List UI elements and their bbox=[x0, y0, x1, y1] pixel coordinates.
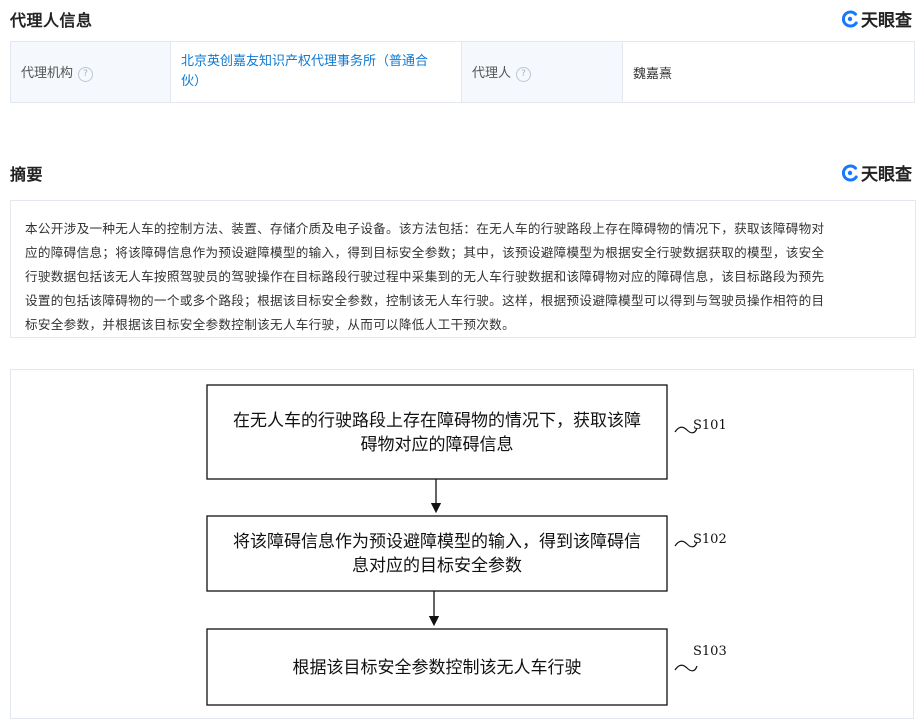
agent-section-title: 代理人信息 bbox=[10, 11, 93, 30]
abstract-line: 行驶数据包括该无人车按照驾驶员的驾驶操作在目标路段行驶过程中采集到的无人车行驶数… bbox=[25, 269, 825, 284]
agency-link-line2: 伙） bbox=[181, 74, 208, 89]
abstract-figure: 在无人车的行驶路段上存在障碍物的情况下，获取该障 碍物对应的障碍信息 S101 … bbox=[10, 369, 914, 719]
agency-label: 代理机构 bbox=[21, 66, 74, 81]
flowchart-step-text: 息对应的目标安全参数 bbox=[352, 556, 522, 576]
abstract-line: 本公开涉及一种无人车的控制方法、装置、存储介质及电子设备。该方法包括：在无人车的… bbox=[25, 221, 825, 236]
abstract-text: 本公开涉及一种无人车的控制方法、装置、存储介质及电子设备。该方法包括：在无人车的… bbox=[10, 200, 916, 338]
agency-link[interactable]: 北京英创嘉友知识产权代理事务所（普通合 伙） bbox=[181, 52, 451, 92]
help-circle-icon[interactable]: ? bbox=[516, 67, 532, 82]
agent-name: 魏嘉熹 bbox=[633, 66, 673, 82]
flowchart-step-text: 将该障碍信息作为预设避障模型的输入，得到该障碍信 bbox=[233, 532, 641, 552]
tianyancha-logo-icon bbox=[841, 164, 858, 182]
brand-logo: 天眼查 bbox=[841, 6, 912, 31]
agency-value-cell: 北京英创嘉友知识产权代理事务所（普通合 伙） bbox=[170, 41, 462, 103]
flowchart: 在无人车的行驶路段上存在障碍物的情况下，获取该障 碍物对应的障碍信息 S101 … bbox=[206, 384, 727, 706]
agent-info-row: 代理机构? 北京英创嘉友知识产权代理事务所（普通合 伙） 代理人? 魏嘉熹 bbox=[10, 41, 915, 103]
flowchart-step-text: 碍物对应的障碍信息 bbox=[361, 435, 514, 455]
flowchart-step-box bbox=[206, 384, 668, 480]
tianyancha-logo-icon bbox=[841, 10, 858, 28]
agent-label-cell: 代理人? bbox=[461, 41, 623, 103]
flowchart-step-label: S102 bbox=[693, 532, 727, 547]
agent-section-header: 代理人信息 天眼查 bbox=[10, 5, 912, 31]
agent-value-cell: 魏嘉熹 bbox=[622, 41, 915, 103]
flowchart-step-text: 根据该目标安全参数控制该无人车行驶 bbox=[293, 658, 582, 678]
brand-name: 天眼查 bbox=[861, 165, 912, 185]
brand-logo: 天眼查 bbox=[841, 160, 912, 185]
agency-label-cell: 代理机构? bbox=[10, 41, 171, 103]
agent-info-table: 代理机构? 北京英创嘉友知识产权代理事务所（普通合 伙） 代理人? 魏嘉熹 bbox=[10, 41, 915, 103]
agency-link-line1: 北京英创嘉友知识产权代理事务所（普通合 bbox=[181, 54, 429, 69]
flowchart-step-text: 在无人车的行驶路段上存在障碍物的情况下，获取该障 bbox=[233, 411, 641, 431]
flowchart-step-label: S101 bbox=[693, 418, 727, 433]
abstract-line: 设置的包括该障碍物的一个或多个路段；根据该目标安全参数，控制该无人车行驶。这样，… bbox=[25, 293, 825, 308]
flowchart-step-label: S103 bbox=[693, 644, 727, 659]
agent-label: 代理人 bbox=[472, 66, 512, 81]
brand-name: 天眼查 bbox=[861, 11, 912, 31]
abstract-line: 应的障碍信息；将该障碍信息作为预设避障模型的输入，得到目标安全参数；其中，该预设… bbox=[25, 245, 825, 260]
abstract-line: 标安全参数，并根据该目标安全参数控制该无人车行驶，从而可以降低人工干预次数。 bbox=[25, 317, 515, 332]
help-circle-icon[interactable]: ? bbox=[78, 67, 94, 82]
abstract-section-title: 摘要 bbox=[10, 165, 44, 184]
flowchart-step-box bbox=[206, 515, 668, 592]
abstract-section-header: 摘要 天眼查 bbox=[10, 159, 912, 185]
flowchart-leader-line bbox=[674, 664, 698, 672]
